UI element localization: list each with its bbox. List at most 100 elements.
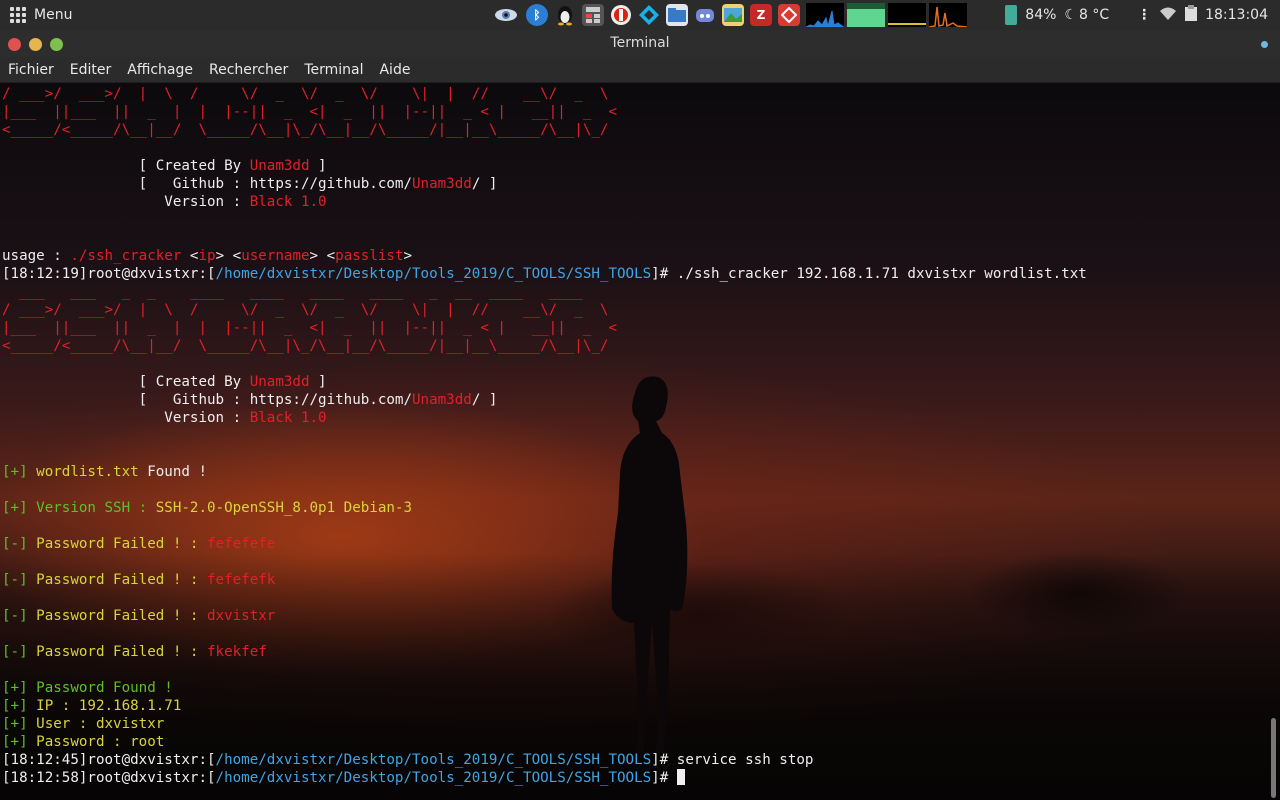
cpu-monitor[interactable] [806,3,844,27]
fail-label: Password Failed ! : [27,536,207,552]
usage-bracket: > [403,248,413,264]
clipboard-icon[interactable] [1185,5,1198,25]
image-viewer-icon[interactable] [722,4,744,26]
usage-arg-username: username [241,248,310,264]
found-word: Found ! [138,464,208,480]
plus-marker: [+] [2,500,28,516]
menu-terminal[interactable]: Terminal [296,62,371,78]
banner-line: / ___>/ ___>/ | \ / \/ _ \/ _ \/ \| | //… [2,302,609,318]
menu-affichage[interactable]: Affichage [119,62,201,78]
plus-marker: [+] [2,716,28,732]
prompt-user: root@dxvistxr:[ [87,770,216,786]
mem-monitor[interactable] [847,3,885,27]
prompt-end: ]# [651,752,677,768]
filezilla-icon[interactable]: Z [750,4,772,26]
credits-github-suffix: / ] [471,392,498,408]
prompt-time: [18:12:45] [2,752,88,768]
credits-github-prefix: [ Github : https://github.com/ [138,176,413,192]
moon-icon: ☾ [1064,7,1077,23]
menu-button[interactable]: Menu [0,0,72,30]
credits-github-suffix: / ] [471,176,498,192]
battery-icon[interactable] [1005,5,1018,25]
menu-rechercher[interactable]: Rechercher [201,62,296,78]
prompt-end: ]# [651,266,677,282]
text-cursor[interactable] [676,769,685,785]
fail-value: fefefefe [207,536,276,552]
credits-created-suffix: ] [309,374,327,390]
fail-value: fefefefk [207,572,276,588]
disk-monitor[interactable] [929,3,967,27]
status-area: 84% ☾ 8 °C ⋮ 18:13:04 [1005,0,1280,30]
usage-bracket: < [181,248,199,264]
discord-icon[interactable] [694,4,716,26]
result-user: User : dxvistxr [27,716,165,732]
prompt-end: ]# [651,770,677,786]
credits-author: Unam3dd [412,392,472,408]
banner-line: |___ ||___ || _ | | |--|| _ <| _ || |--|… [2,320,617,336]
credits-author: Unam3dd [249,158,310,174]
command-text: ./ssh_cracker 192.168.1.71 dxvistxr word… [676,266,1087,282]
menu-aide[interactable]: Aide [371,62,418,78]
banner-line: |___ ||___ || _ | | |--|| _ <| _ || |--|… [2,104,617,120]
prompt-time: [18:12:19] [2,266,88,282]
apps-grid-icon [10,7,26,23]
minus-marker: [-] [2,608,28,624]
prompt-time: [18:12:58] [2,770,88,786]
window-indicator-dot [1261,41,1268,48]
minus-marker: [-] [2,644,28,660]
usage-command: ./ssh_cracker [70,248,182,264]
net-monitor[interactable] [888,3,926,27]
command-text: service ssh stop [676,752,814,768]
plus-marker: [+] [2,464,28,480]
minus-marker: [-] [2,536,28,552]
weather-temp[interactable]: 8 °C [1079,7,1109,23]
window-titlebar[interactable]: Terminal [0,30,1280,57]
eye-icon[interactable] [492,4,520,26]
banner-line: / ___>/ ___>/ | \ / \/ _ \/ _ \/ \| | //… [2,86,609,102]
anydesk-icon[interactable] [778,4,800,26]
menu-editer[interactable]: Editer [62,62,119,78]
credits-version: Black 1.0 [249,410,327,426]
prompt-user: root@dxvistxr:[ [87,266,216,282]
result-ip: IP : 192.168.1.71 [27,698,182,714]
menu-fichier[interactable]: Fichier [0,62,62,78]
clock[interactable]: 18:13:04 [1205,7,1268,23]
terminal-scrollbar[interactable] [1271,718,1276,798]
plus-marker: [+] [2,698,28,714]
usage-label: usage : [2,248,71,264]
linux-penguin-icon[interactable] [554,4,576,26]
kodi-icon[interactable] [638,4,660,26]
wifi-icon[interactable] [1159,6,1177,24]
files-icon[interactable] [666,4,688,26]
terminal-view[interactable]: / ___>/ ___>/ | \ / \/ _ \/ _ \/ \| | //… [0,83,1280,800]
fail-label: Password Failed ! : [27,608,207,624]
usage-arg-passlist: passlist [335,248,404,264]
record-icon[interactable] [610,4,632,26]
fail-label: Password Failed ! : [27,572,207,588]
found-file: wordlist.txt [27,464,139,480]
prompt-path: /home/dxvistxr/Desktop/Tools_2019/C_TOOL… [215,752,652,768]
password-found: Password Found ! [27,680,173,696]
banner-line: <_____/<_____/\__|__/ \_____/\__|\_/\__|… [2,338,609,354]
version-ssh-value: SSH-2.0-OpenSSH_8.0p1 Debian-3 [155,500,412,516]
minus-marker: [-] [2,572,28,588]
version-ssh-label: Version SSH : [27,500,156,516]
credits-created-prefix: [ Created By [138,374,250,390]
calculator-icon[interactable] [582,4,604,26]
bluetooth-icon[interactable]: ᛒ [526,4,548,26]
fail-value: dxvistxr [207,608,276,624]
prompt-user: root@dxvistxr:[ [87,752,216,768]
credits-github-prefix: [ Github : https://github.com/ [138,392,413,408]
banner-line: <_____/<_____/\__|__/ \_____/\__|\_/\__|… [2,122,609,138]
window-title: Terminal [610,35,670,51]
plus-marker: [+] [2,734,28,750]
fail-label: Password Failed ! : [27,644,207,660]
fail-value: fkekfef [207,644,267,660]
credits-version-label: Version : [164,194,250,210]
banner-line: ___ ___ _ _ ____ ____ ____ ____ _ __ ___… [2,284,600,300]
result-password: Password : root [27,734,165,750]
system-tray: ᛒ Z [492,0,970,30]
menu-label: Menu [34,7,73,23]
credits-author: Unam3dd [412,176,472,192]
more-icon[interactable]: ⋮ [1137,7,1151,23]
